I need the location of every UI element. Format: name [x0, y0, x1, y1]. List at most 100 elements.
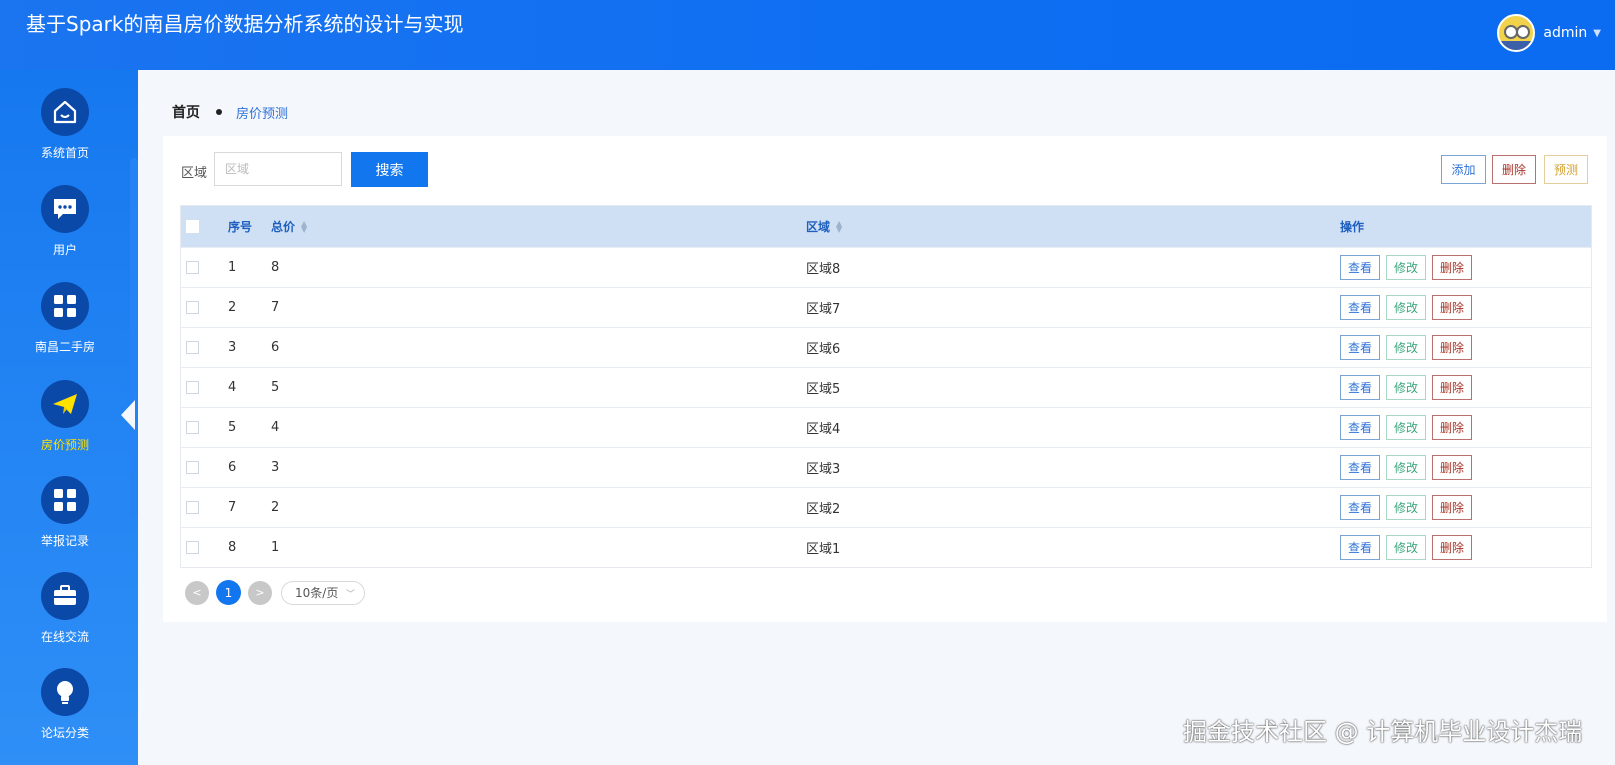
row-checkbox[interactable] [186, 301, 199, 314]
cell-total: 7 [271, 300, 280, 315]
cell-no: 3 [228, 340, 237, 355]
table-row: 5 4 区域4 查看 修改 删除 [181, 407, 1591, 447]
row-checkbox[interactable] [186, 541, 199, 554]
delete-button[interactable]: 删除 [1492, 155, 1536, 184]
cell-total: 1 [271, 540, 280, 555]
column-header-area[interactable]: 区域 [806, 218, 830, 235]
view-button[interactable]: 查看 [1340, 255, 1381, 280]
view-button[interactable]: 查看 [1340, 495, 1381, 520]
edit-button[interactable]: 修改 [1386, 375, 1427, 400]
sidebar-item-label: 南昌二手房 [34, 340, 95, 354]
sidebar-item-home[interactable]: 系统首页 [0, 88, 130, 161]
row-checkbox[interactable] [186, 261, 199, 274]
column-header-actions: 操作 [1340, 220, 1365, 234]
sidebar-item-label: 房价预测 [40, 438, 89, 452]
view-button[interactable]: 查看 [1340, 295, 1381, 320]
user-name[interactable]: admin [1543, 25, 1587, 41]
sidebar-scrollbar[interactable] [130, 158, 138, 518]
cell-area: 区域7 [806, 302, 841, 317]
column-header-total[interactable]: 总价 [271, 218, 295, 235]
edit-button[interactable]: 修改 [1386, 495, 1427, 520]
cell-area: 区域3 [806, 462, 841, 477]
table-row: 2 7 区域7 查看 修改 删除 [181, 287, 1591, 327]
breadcrumb-home[interactable]: 首页 [172, 102, 200, 122]
sidebar-item-price-prediction[interactable]: 房价预测 [0, 380, 130, 453]
sidebar-item-label: 举报记录 [40, 534, 89, 548]
cell-no: 8 [228, 540, 237, 555]
cell-total: 6 [271, 340, 280, 355]
row-delete-button[interactable]: 删除 [1432, 535, 1473, 560]
edit-button[interactable]: 修改 [1386, 295, 1427, 320]
row-checkbox[interactable] [186, 421, 199, 434]
search-button[interactable]: 搜索 [351, 152, 428, 187]
sidebar-item-forum-category[interactable]: 论坛分类 [0, 668, 130, 741]
view-button[interactable]: 查看 [1340, 335, 1381, 360]
active-indicator [121, 400, 135, 430]
next-page-button[interactable]: > [248, 580, 272, 605]
sidebar-item-nanchang-second-hand[interactable]: 南昌二手房 [0, 282, 130, 355]
sort-icon[interactable]: ▲ ▼ [836, 219, 842, 233]
breadcrumb-current: 房价预测 [236, 106, 289, 122]
add-button[interactable]: 添加 [1441, 155, 1486, 184]
select-all-checkbox[interactable] [186, 220, 199, 233]
edit-button[interactable]: 修改 [1386, 455, 1427, 480]
chevron-down-icon[interactable]: ▼ [1593, 28, 1601, 39]
row-delete-button[interactable]: 删除 [1432, 495, 1473, 520]
page-size-select[interactable]: 10条/页 ﹀ [281, 580, 365, 605]
sidebar-item-report-records[interactable]: 举报记录 [0, 476, 130, 549]
data-table: 序号 总价 ▲ ▼ 区域 ▲ ▼ 操作 1 8 区域8 查看 修改 删除 2 7 区域7 查看 修改 删除… [180, 205, 1592, 568]
column-header-no: 序号 [228, 220, 253, 234]
cell-area: 区域4 [806, 422, 841, 437]
app-title: 基于Spark的南昌房价数据分析系统的设计与实现 [26, 12, 464, 36]
sidebar-item-users[interactable]: 用户 [0, 185, 130, 258]
row-checkbox[interactable] [186, 501, 199, 514]
chat-icon [41, 185, 89, 233]
row-delete-button[interactable]: 删除 [1432, 295, 1473, 320]
top-header: 基于Spark的南昌房价数据分析系统的设计与实现 admin ▼ [0, 0, 1615, 70]
view-button[interactable]: 查看 [1340, 455, 1381, 480]
cell-no: 2 [228, 300, 237, 315]
row-checkbox[interactable] [186, 461, 199, 474]
chevron-down-icon: ﹀ [345, 589, 355, 600]
sidebar-item-online-chat[interactable]: 在线交流 [0, 572, 130, 645]
search-input[interactable] [214, 152, 342, 186]
page-number-button[interactable]: 1 [216, 580, 241, 605]
cell-total: 5 [271, 380, 280, 395]
view-button[interactable]: 查看 [1340, 375, 1381, 400]
cell-no: 5 [228, 420, 237, 435]
pagination: < 1 > 10条/页 ﹀ [185, 580, 365, 605]
cell-area: 区域5 [806, 382, 841, 397]
table-header: 序号 总价 ▲ ▼ 区域 ▲ ▼ 操作 [181, 206, 1591, 247]
predict-button[interactable]: 预测 [1544, 155, 1588, 184]
search-label: 区域 [181, 166, 208, 181]
edit-button[interactable]: 修改 [1386, 415, 1427, 440]
view-button[interactable]: 查看 [1340, 415, 1381, 440]
cell-total: 4 [271, 420, 280, 435]
row-delete-button[interactable]: 删除 [1432, 375, 1473, 400]
cell-area: 区域2 [806, 502, 841, 517]
avatar[interactable] [1497, 14, 1536, 52]
prev-page-button[interactable]: < [185, 580, 209, 605]
table-row: 4 5 区域5 查看 修改 删除 [181, 367, 1591, 407]
row-delete-button[interactable]: 删除 [1432, 255, 1473, 280]
watermark: 掘金技术社区 @ 计算机毕业设计杰瑞 [1183, 718, 1583, 746]
edit-button[interactable]: 修改 [1386, 255, 1427, 280]
cell-area: 区域6 [806, 342, 841, 357]
row-delete-button[interactable]: 删除 [1432, 415, 1473, 440]
grid-icon [41, 282, 89, 330]
table-row: 7 2 区域2 查看 修改 删除 [181, 487, 1591, 527]
user-menu[interactable]: admin ▼ [1497, 14, 1601, 52]
row-checkbox[interactable] [186, 381, 199, 394]
cell-area: 区域8 [806, 262, 841, 277]
edit-button[interactable]: 修改 [1386, 335, 1427, 360]
view-button[interactable]: 查看 [1340, 535, 1381, 560]
edit-button[interactable]: 修改 [1386, 535, 1427, 560]
row-delete-button[interactable]: 删除 [1432, 335, 1473, 360]
cell-total: 2 [271, 500, 280, 515]
table-row: 8 1 区域1 查看 修改 删除 [181, 527, 1591, 567]
sort-icon[interactable]: ▲ ▼ [301, 219, 307, 233]
briefcase-icon [41, 572, 89, 620]
row-delete-button[interactable]: 删除 [1432, 455, 1473, 480]
sidebar-item-label: 论坛分类 [40, 726, 89, 740]
row-checkbox[interactable] [186, 341, 199, 354]
